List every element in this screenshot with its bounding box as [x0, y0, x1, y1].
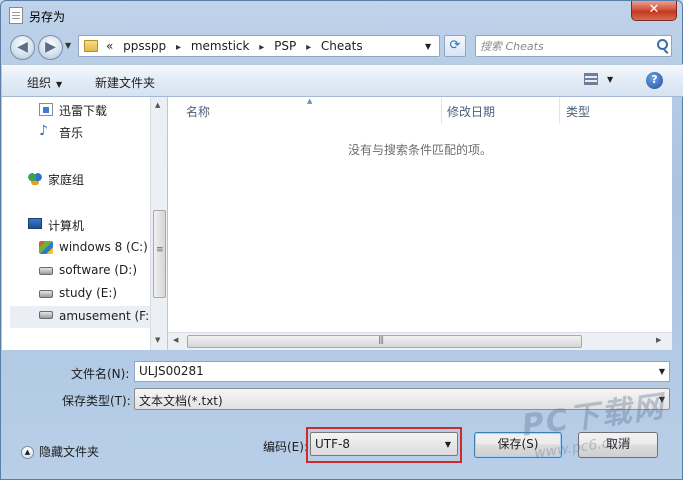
breadcrumb: « ppsspp ▸ memstick ▸ PSP ▸ Cheats	[106, 39, 369, 55]
recent-locations-dropdown[interactable]: ▼	[65, 41, 71, 50]
hide-folders-toggle[interactable]: ▲ 隐藏文件夹	[21, 443, 99, 460]
help-icon[interactable]: ?	[646, 72, 663, 89]
nav-item-drive-c[interactable]: windows 8 (C:)	[39, 239, 149, 257]
nav-item-label: 音乐	[59, 126, 84, 140]
filename-label: 文件名(N):	[71, 367, 130, 381]
address-dropdown[interactable]: ▼	[425, 42, 431, 51]
filetype-value[interactable]: 文本文档(*.txt)	[139, 394, 223, 408]
search-input[interactable]	[480, 38, 650, 54]
download-folder-icon	[39, 103, 53, 116]
save-as-dialog: 另存为 ✕ ◀ ▶ ▼ « ppsspp ▸ memstick ▸ PSP ▸ …	[0, 0, 683, 480]
breadcrumb-item-psp[interactable]: PSP	[274, 39, 296, 53]
nav-item-label: 迅雷下载	[59, 104, 108, 118]
nav-pane-scrollbar[interactable]: ▲ ▼	[150, 97, 167, 350]
filename-value[interactable]: ULJS00281	[139, 364, 204, 378]
column-header-name[interactable]: 名称	[186, 103, 210, 120]
nav-item-label: windows 8 (C:)	[59, 240, 148, 254]
search-box[interactable]	[475, 35, 672, 57]
back-button[interactable]: ◀	[10, 35, 35, 60]
breadcrumb-item-memstick[interactable]: memstick	[191, 39, 250, 53]
nav-item-xunlei-downloads[interactable]: 迅雷下载	[39, 101, 149, 119]
breadcrumb-item-ppsspp[interactable]: ppsspp	[123, 39, 166, 53]
drive-icon	[39, 311, 53, 319]
scroll-down-icon[interactable]: ▼	[155, 336, 160, 344]
filename-field[interactable]: ULJS00281 ▼	[134, 361, 670, 382]
windows-drive-icon	[39, 241, 53, 254]
nav-item-drive-f[interactable]: amusement (F:)	[10, 306, 150, 328]
column-header-date-modified[interactable]: 修改日期	[447, 103, 495, 120]
hide-folders-label[interactable]: 隐藏文件夹	[39, 445, 99, 459]
search-icon[interactable]	[657, 39, 668, 50]
navigation-pane: 迅雷下载 ♪ 音乐 家庭组 计算机 windows 8 (C:) softwar…	[2, 97, 150, 350]
scroll-right-icon[interactable]: ▶	[656, 336, 661, 344]
chevron-up-icon[interactable]: ▲	[21, 446, 34, 459]
drive-icon	[39, 290, 53, 298]
scrollbar-thumb[interactable]	[187, 335, 582, 348]
nav-item-label: study (E:)	[59, 286, 118, 300]
encoding-value[interactable]: UTF-8	[315, 437, 350, 451]
forward-button[interactable]: ▶	[38, 35, 63, 60]
chevron-down-icon[interactable]: ▼	[659, 367, 665, 376]
column-divider[interactable]	[559, 97, 560, 124]
empty-results-message: 没有与搜索条件匹配的项。	[347, 143, 492, 157]
encoding-label: 编码(E):	[263, 440, 308, 454]
chevron-down-icon[interactable]: ▼	[659, 395, 665, 404]
music-icon: ♪	[39, 123, 48, 139]
document-icon	[9, 7, 23, 24]
drive-icon	[39, 267, 53, 275]
nav-item-label: 计算机	[48, 219, 85, 233]
file-list: ▲ 名称 修改日期 类型 没有与搜索条件匹配的项。	[168, 97, 672, 350]
nav-item-homegroup[interactable]: 家庭组	[28, 170, 149, 188]
sort-indicator-icon: ▲	[307, 97, 313, 105]
chevron-right-icon[interactable]: ▸	[176, 42, 181, 53]
nav-item-label: amusement (F:)	[59, 309, 150, 323]
scroll-left-icon[interactable]: ◀	[173, 336, 178, 344]
chevron-down-icon[interactable]: ▼	[445, 440, 451, 449]
folder-icon	[84, 40, 98, 52]
nav-item-label: software (D:)	[59, 263, 137, 277]
change-view-icon[interactable]	[584, 73, 598, 85]
save-button[interactable]: 保存(S)	[474, 432, 562, 458]
filetype-label: 保存类型(T):	[62, 394, 131, 408]
computer-icon	[28, 218, 42, 229]
organize-menu-button[interactable]: 组织 ▼	[27, 74, 62, 91]
chevron-right-icon[interactable]: ▸	[259, 42, 264, 53]
nav-item-drive-e[interactable]: study (E:)	[39, 285, 149, 303]
nav-item-computer[interactable]: 计算机	[28, 216, 149, 234]
nav-item-music[interactable]: ♪ 音乐	[39, 123, 149, 141]
refresh-button[interactable]: ⟳	[444, 35, 466, 57]
new-folder-button[interactable]: 新建文件夹	[95, 74, 155, 91]
scroll-up-icon[interactable]: ▲	[155, 101, 160, 109]
chevron-down-icon: ▼	[56, 80, 63, 89]
file-list-scrollbar[interactable]: ◀ ▶	[168, 332, 672, 350]
close-button[interactable]: ✕	[631, 1, 677, 21]
breadcrumb-item-cheats[interactable]: Cheats	[321, 39, 363, 53]
organize-label: 组织	[27, 76, 52, 90]
encoding-select[interactable]: UTF-8 ▼	[310, 432, 458, 456]
nav-item-drive-d[interactable]: software (D:)	[39, 262, 149, 280]
title-bar: 另存为 ✕	[1, 1, 682, 31]
address-bar[interactable]: « ppsspp ▸ memstick ▸ PSP ▸ Cheats ▼	[78, 35, 440, 57]
window-title: 另存为	[29, 10, 66, 24]
cancel-button[interactable]: 取消	[578, 432, 658, 458]
chevron-right-icon[interactable]: ▸	[306, 42, 311, 53]
command-toolbar: 组织 ▼ 新建文件夹 ▼ ?	[2, 64, 683, 97]
view-options-dropdown[interactable]: ▼	[607, 75, 613, 84]
column-header-type[interactable]: 类型	[566, 103, 590, 120]
column-divider[interactable]	[441, 97, 442, 124]
filetype-select[interactable]: 文本文档(*.txt) ▼	[134, 388, 670, 410]
breadcrumb-overflow[interactable]: «	[106, 39, 113, 53]
homegroup-icon	[28, 172, 42, 185]
scrollbar-thumb[interactable]	[153, 210, 166, 298]
nav-item-label: 家庭组	[48, 173, 85, 187]
